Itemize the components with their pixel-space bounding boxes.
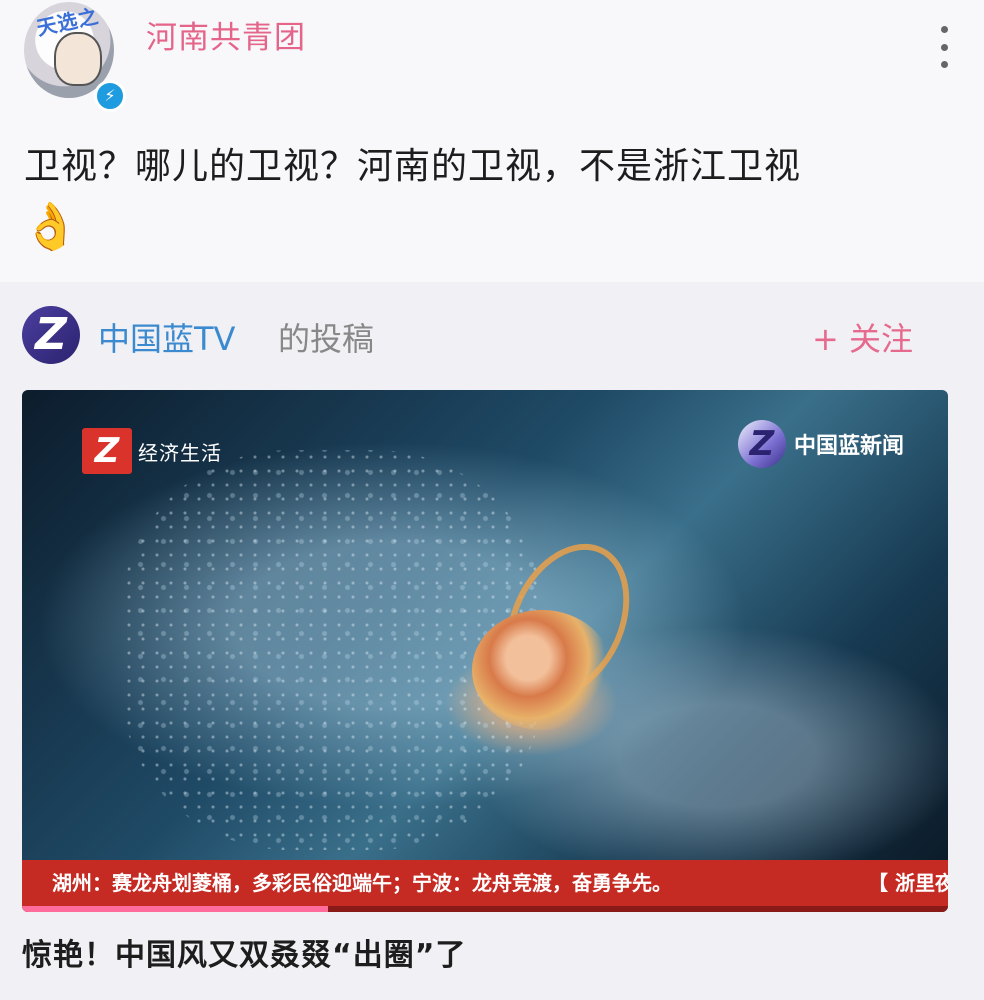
verified-lightning-icon: ⚡ [94, 80, 126, 112]
more-vertical-icon[interactable] [934, 26, 954, 68]
ticker-right-text: 【 浙里夜 [868, 871, 948, 895]
avatar-illustration [54, 32, 102, 86]
channel-left-icon: Z [82, 428, 132, 474]
post-text: 卫视？哪儿的卫视？河南的卫视，不是浙江卫视 [24, 146, 802, 187]
video-progress-fill [22, 906, 328, 912]
news-ticker: 湖州：赛龙舟划菱桶，多彩民俗迎端午；宁波：龙舟竞渡，奋勇争先。 【 浙里夜 [22, 860, 948, 906]
video-player[interactable]: Z 经济生活 Z 中国蓝新闻 湖州：赛龙舟划菱桶，多彩民俗迎端午；宁波：龙舟竞渡… [22, 390, 948, 912]
video-caption[interactable]: 惊艳！中国风又双叒叕“出圈”了 [22, 930, 466, 974]
channel-left-label: 经济生活 [138, 440, 222, 465]
author-name[interactable]: 河南共青团 [146, 12, 306, 57]
ticker-text: 湖州：赛龙舟划菱桶，多彩民俗迎端午；宁波：龙舟竞渡，奋勇争先。 [52, 871, 672, 895]
ok-hand-emoji: 👌 [22, 199, 80, 253]
channel-right-icon: Z [738, 420, 786, 468]
source-logo[interactable]: Z [22, 306, 80, 364]
video-progress-bar[interactable] [22, 906, 948, 912]
weibo-post: 天选之 ⚡ 河南共青团 卫视？哪儿的卫视？河南的卫视，不是浙江卫视 👌 [0, 0, 984, 282]
source-name[interactable]: 中国蓝TV [98, 314, 235, 360]
channel-right-label: 中国蓝新闻 [794, 434, 905, 459]
channel-logo-left: Z 经济生活 [82, 428, 222, 474]
follow-button[interactable]: + 关注 [812, 314, 913, 360]
channel-logo-right: Z 中国蓝新闻 [738, 420, 904, 468]
video-scene-dancer [472, 610, 612, 730]
source-suffix: 的投稿 [278, 320, 375, 358]
